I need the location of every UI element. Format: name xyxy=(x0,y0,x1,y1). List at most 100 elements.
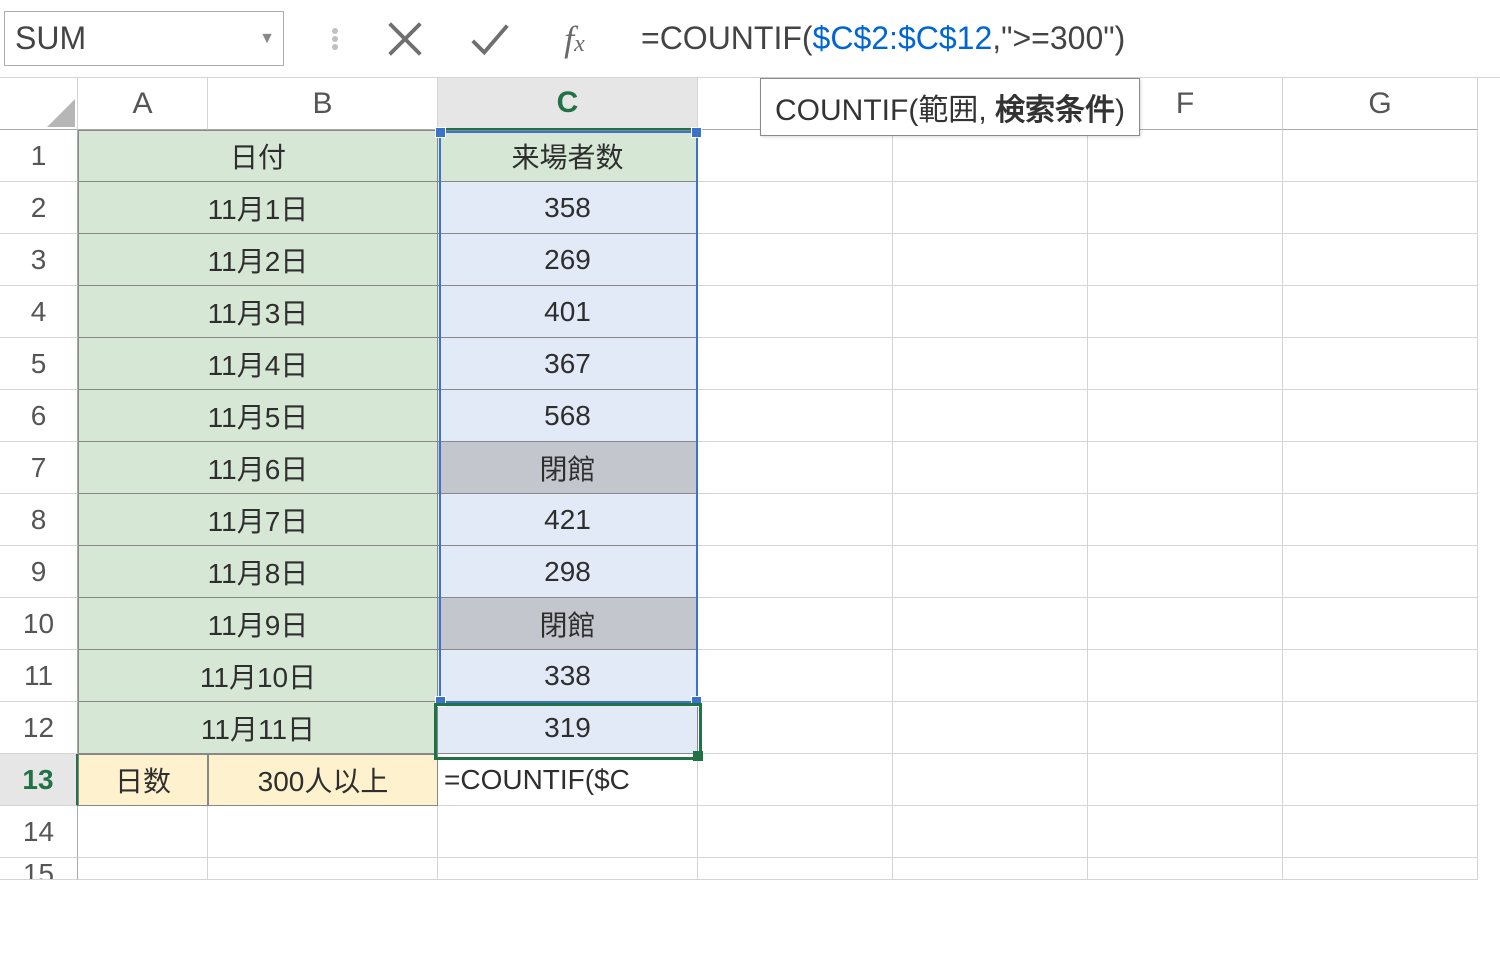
date-cell[interactable]: 11月4日 xyxy=(78,338,438,390)
date-cell[interactable]: 11月7日 xyxy=(78,494,438,546)
cell[interactable] xyxy=(1283,806,1478,858)
cell[interactable] xyxy=(438,806,698,858)
visitor-cell[interactable]: 421 xyxy=(438,494,698,546)
cell[interactable] xyxy=(893,338,1088,390)
cell[interactable] xyxy=(1088,390,1283,442)
visitor-cell[interactable]: 閉館 xyxy=(438,598,698,650)
cell[interactable] xyxy=(893,598,1088,650)
visitor-cell[interactable]: 269 xyxy=(438,234,698,286)
enter-button[interactable] xyxy=(447,9,532,69)
cell[interactable] xyxy=(438,858,698,880)
header-visitors[interactable]: 来場者数 xyxy=(438,130,698,182)
cell[interactable] xyxy=(1088,754,1283,806)
row-header-11[interactable]: 11 xyxy=(0,650,78,702)
date-cell[interactable]: 11月8日 xyxy=(78,546,438,598)
cell[interactable] xyxy=(893,546,1088,598)
row-header-13[interactable]: 13 xyxy=(0,754,78,806)
cell[interactable] xyxy=(1283,858,1478,880)
cell[interactable] xyxy=(698,650,893,702)
cell[interactable] xyxy=(1283,286,1478,338)
cell[interactable] xyxy=(1088,598,1283,650)
column-header-C[interactable]: C xyxy=(438,78,698,130)
date-cell[interactable]: 11月5日 xyxy=(78,390,438,442)
fx-icon[interactable]: fx xyxy=(532,18,617,60)
cell[interactable] xyxy=(1088,546,1283,598)
tooltip-arg2[interactable]: 検索条件 xyxy=(995,94,1115,127)
visitor-cell[interactable]: 568 xyxy=(438,390,698,442)
cell[interactable] xyxy=(698,338,893,390)
cell[interactable] xyxy=(1283,754,1478,806)
row-header-6[interactable]: 6 xyxy=(0,390,78,442)
spreadsheet-grid[interactable]: ABCDEFG1日付来場者数211月1日358311月2日269411月3日40… xyxy=(0,78,1500,910)
cell[interactable] xyxy=(1088,130,1283,182)
cell[interactable] xyxy=(698,286,893,338)
visitor-cell[interactable]: 401 xyxy=(438,286,698,338)
cell[interactable] xyxy=(893,858,1088,880)
cell[interactable] xyxy=(1088,286,1283,338)
chevron-down-icon[interactable]: ▼ xyxy=(259,30,275,48)
row-header-1[interactable]: 1 xyxy=(0,130,78,182)
row-header-15[interactable]: 15 xyxy=(0,858,78,880)
cell[interactable] xyxy=(78,858,208,880)
header-date[interactable]: 日付 xyxy=(78,130,438,182)
cell[interactable] xyxy=(1283,650,1478,702)
cell[interactable] xyxy=(893,754,1088,806)
name-box[interactable]: SUM ▼ xyxy=(4,11,284,66)
cell[interactable] xyxy=(698,858,893,880)
date-cell[interactable]: 11月9日 xyxy=(78,598,438,650)
row-header-14[interactable]: 14 xyxy=(0,806,78,858)
cell[interactable] xyxy=(1283,494,1478,546)
cell[interactable] xyxy=(1088,650,1283,702)
summary-label-threshold[interactable]: 300人以上 xyxy=(208,754,438,806)
cell[interactable] xyxy=(1088,234,1283,286)
row-header-8[interactable]: 8 xyxy=(0,494,78,546)
date-cell[interactable]: 11月3日 xyxy=(78,286,438,338)
cell[interactable] xyxy=(893,650,1088,702)
cell[interactable] xyxy=(1088,182,1283,234)
date-cell[interactable]: 11月2日 xyxy=(78,234,438,286)
column-header-B[interactable]: B xyxy=(208,78,438,130)
cell[interactable] xyxy=(893,234,1088,286)
row-header-5[interactable]: 5 xyxy=(0,338,78,390)
cell[interactable] xyxy=(1283,338,1478,390)
cell[interactable] xyxy=(1283,130,1478,182)
cell[interactable] xyxy=(698,234,893,286)
editing-cell[interactable]: =COUNTIF($C xyxy=(438,754,698,806)
cell[interactable] xyxy=(1088,702,1283,754)
cell[interactable] xyxy=(1283,546,1478,598)
cell[interactable] xyxy=(1088,338,1283,390)
cell[interactable] xyxy=(893,130,1088,182)
formula-input[interactable]: =COUNTIF($C$2:$C$12,">=300") xyxy=(617,20,1496,57)
row-header-4[interactable]: 4 xyxy=(0,286,78,338)
summary-label-days[interactable]: 日数 xyxy=(78,754,208,806)
cell[interactable] xyxy=(1283,390,1478,442)
cell[interactable] xyxy=(1088,494,1283,546)
row-header-9[interactable]: 9 xyxy=(0,546,78,598)
cell[interactable] xyxy=(893,442,1088,494)
row-header-3[interactable]: 3 xyxy=(0,234,78,286)
cell[interactable] xyxy=(893,286,1088,338)
cell[interactable] xyxy=(1088,858,1283,880)
cell[interactable] xyxy=(1283,234,1478,286)
cell[interactable] xyxy=(698,390,893,442)
cell[interactable] xyxy=(893,494,1088,546)
cell[interactable] xyxy=(698,806,893,858)
cell[interactable] xyxy=(208,806,438,858)
row-header-12[interactable]: 12 xyxy=(0,702,78,754)
cell[interactable] xyxy=(1283,598,1478,650)
row-header-10[interactable]: 10 xyxy=(0,598,78,650)
row-header-7[interactable]: 7 xyxy=(0,442,78,494)
cell[interactable] xyxy=(698,598,893,650)
visitor-cell[interactable]: 367 xyxy=(438,338,698,390)
cell[interactable] xyxy=(1283,702,1478,754)
row-header-2[interactable]: 2 xyxy=(0,182,78,234)
date-cell[interactable]: 11月10日 xyxy=(78,650,438,702)
cell[interactable] xyxy=(1088,806,1283,858)
cell[interactable] xyxy=(1088,442,1283,494)
column-header-G[interactable]: G xyxy=(1283,78,1478,130)
date-cell[interactable]: 11月1日 xyxy=(78,182,438,234)
visitor-cell[interactable]: 338 xyxy=(438,650,698,702)
visitor-cell[interactable]: 閉館 xyxy=(438,442,698,494)
cell[interactable] xyxy=(893,390,1088,442)
cell[interactable] xyxy=(1283,182,1478,234)
